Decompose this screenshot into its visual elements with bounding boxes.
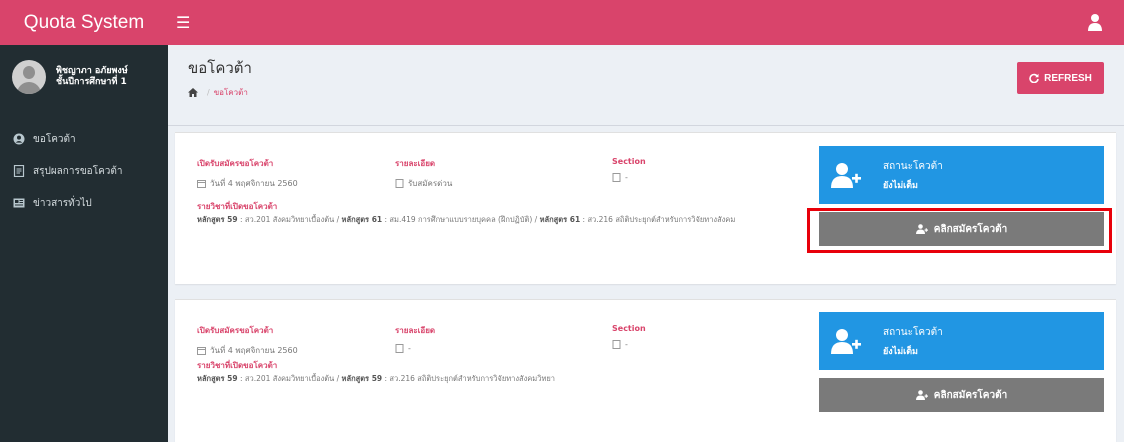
user-circle-icon [13, 133, 25, 145]
user-name-line2: ชั้นปีการศึกษาที่ 1 [56, 77, 127, 87]
course-prefix: หลักสูตร 59 [197, 215, 238, 224]
user-name: พิชญาภา อภัยพงษ์ ชั้นปีการศึกษาที่ 1 [56, 66, 128, 88]
quota-status-box: สถานะโควต้า ยังไม่เต็ม [819, 146, 1104, 204]
details-block: รายละเอียด - [395, 324, 435, 353]
course-text: : สว.216 สถิติประยุกต์สำหรับการวิจัยทางส… [382, 374, 556, 383]
section-value: - [612, 173, 646, 182]
refresh-label: REFRESH [1044, 72, 1092, 84]
file-icon [395, 344, 404, 353]
sidebar-item-news[interactable]: ข่าวสารทั่วไป [0, 187, 168, 219]
courses-label: รายวิชาที่เปิดขอโควต้า [197, 361, 278, 370]
course-prefix: หลักสูตร 61 [341, 215, 383, 224]
app-brand[interactable]: Quota System [0, 0, 168, 45]
document-icon [13, 165, 25, 177]
add-user-icon [831, 163, 861, 188]
page-header: ขอโควต้า / ขอโควต้า REFRESH [168, 45, 1124, 130]
top-navbar: Quota System ☰ [0, 0, 1124, 45]
sidebar-item-label: ข่าวสารทั่วไป [33, 197, 92, 209]
apply-label: คลิกสมัครโควต้า [933, 223, 1008, 235]
user-icon[interactable] [1088, 13, 1102, 31]
page-title: ขอโควต้า [188, 59, 252, 77]
file-icon [395, 179, 404, 188]
file-icon [612, 340, 621, 349]
open-date-label: เปิดรับสมัครขอโควต้า [197, 326, 274, 335]
details-value: - [395, 344, 435, 353]
open-date-value: วันที่ 4 พฤศจิกายน 2560 [197, 177, 298, 190]
user-name-line1: พิชญาภา อภัยพงษ์ [56, 66, 128, 76]
user-panel: พิชญาภา อภัยพงษ์ ชั้นปีการศึกษาที่ 1 [0, 45, 168, 109]
header-divider [168, 125, 1124, 126]
details-label: รายละเอียด [395, 159, 436, 168]
quota-card: เปิดรับสมัครขอโควต้า วันที่ 4 พฤศจิกายน … [175, 132, 1116, 284]
main-content: ขอโควต้า / ขอโควต้า REFRESH เปิดรับสมัคร… [168, 45, 1124, 442]
quota-card: เปิดรับสมัครขอโควต้า วันที่ 4 พฤศจิกายน … [175, 299, 1116, 442]
sidebar-item-label: สรุปผลการขอโควต้า [33, 165, 123, 177]
section-text: - [625, 173, 628, 182]
section-label: Section [612, 157, 646, 166]
details-label: รายละเอียด [395, 326, 436, 335]
course-prefix: หลักสูตร 59 [197, 374, 238, 383]
hamburger-menu-icon[interactable]: ☰ [176, 14, 190, 31]
status-value: ยังไม่เต็ม [883, 346, 918, 357]
open-date-text: วันที่ 4 พฤศจิกายน 2560 [210, 346, 298, 355]
quota-status-box: สถานะโควต้า ยังไม่เต็ม [819, 312, 1104, 370]
breadcrumb-current[interactable]: ขอโควต้า [214, 86, 248, 99]
apply-label: คลิกสมัครโควต้า [933, 389, 1008, 401]
status-title: สถานะโควต้า [883, 160, 943, 172]
sidebar-item-summary[interactable]: สรุปผลการขอโควต้า [0, 155, 168, 187]
courses-list: หลักสูตร 59 : สว.201 สังคมวิทยาเบื้องต้น… [197, 373, 807, 385]
calendar-icon [197, 347, 206, 355]
section-block: Section - [612, 324, 646, 349]
add-user-icon [915, 390, 928, 400]
breadcrumb-separator: / [207, 88, 210, 97]
calendar-icon [197, 180, 206, 188]
course-text: : สว.216 สถิติประยุกต์สำหรับการวิจัยทางส… [580, 215, 736, 224]
sidebar-item-quota[interactable]: ขอโควต้า [0, 123, 168, 155]
open-date-block: เปิดรับสมัครขอโควต้า วันที่ 4 พฤศจิกายน … [197, 324, 298, 357]
apply-quota-button[interactable]: คลิกสมัครโควต้า [819, 212, 1104, 246]
add-user-icon [831, 329, 861, 354]
section-text: - [625, 340, 628, 349]
sidebar-menu: ขอโควต้า สรุปผลการขอโควต้า ข่าวสารทั่วไป [0, 123, 168, 219]
status-title: สถานะโควต้า [883, 326, 943, 338]
course-text: : สม.419 การศึกษาแบบรายบุคคล (ฝึกปฏิบัติ… [382, 215, 540, 224]
apply-quota-button[interactable]: คลิกสมัครโควต้า [819, 378, 1104, 412]
course-text: : สว.201 สังคมวิทยาเบื้องต้น / [237, 374, 342, 383]
course-text: : สว.201 สังคมวิทยาเบื้องต้น / [237, 215, 342, 224]
refresh-button[interactable]: REFRESH [1017, 62, 1104, 94]
open-date-text: วันที่ 4 พฤศจิกายน 2560 [210, 179, 298, 188]
details-value: รับสมัครด่วน [395, 177, 452, 190]
details-text: - [408, 344, 411, 353]
refresh-icon [1029, 73, 1039, 83]
breadcrumb: / ขอโควต้า [188, 86, 1124, 99]
courses-label: รายวิชาที่เปิดขอโควต้า [197, 202, 278, 211]
add-user-icon [915, 224, 928, 234]
details-block: รายละเอียด รับสมัครด่วน [395, 157, 452, 190]
home-icon[interactable] [188, 88, 198, 97]
open-date-value: วันที่ 4 พฤศจิกายน 2560 [197, 344, 298, 357]
courses-list: หลักสูตร 59 : สว.201 สังคมวิทยาเบื้องต้น… [197, 214, 807, 226]
file-icon [612, 173, 621, 182]
section-label: Section [612, 324, 646, 333]
status-text: สถานะโควต้า ยังไม่เต็ม [883, 325, 943, 358]
course-prefix: หลักสูตร 59 [341, 374, 383, 383]
status-text: สถานะโควต้า ยังไม่เต็ม [883, 159, 943, 192]
open-date-label: เปิดรับสมัครขอโควต้า [197, 159, 274, 168]
sidebar-item-label: ขอโควต้า [33, 133, 76, 145]
newspaper-icon [13, 198, 25, 208]
details-text: รับสมัครด่วน [408, 179, 453, 188]
section-block: Section - [612, 157, 646, 182]
sidebar: พิชญาภา อภัยพงษ์ ชั้นปีการศึกษาที่ 1 ขอโ… [0, 45, 168, 442]
avatar [12, 60, 46, 94]
course-prefix: หลักสูตร 61 [539, 215, 581, 224]
status-value: ยังไม่เต็ม [883, 180, 918, 191]
section-value: - [612, 340, 646, 349]
open-date-block: เปิดรับสมัครขอโควต้า วันที่ 4 พฤศจิกายน … [197, 157, 298, 190]
